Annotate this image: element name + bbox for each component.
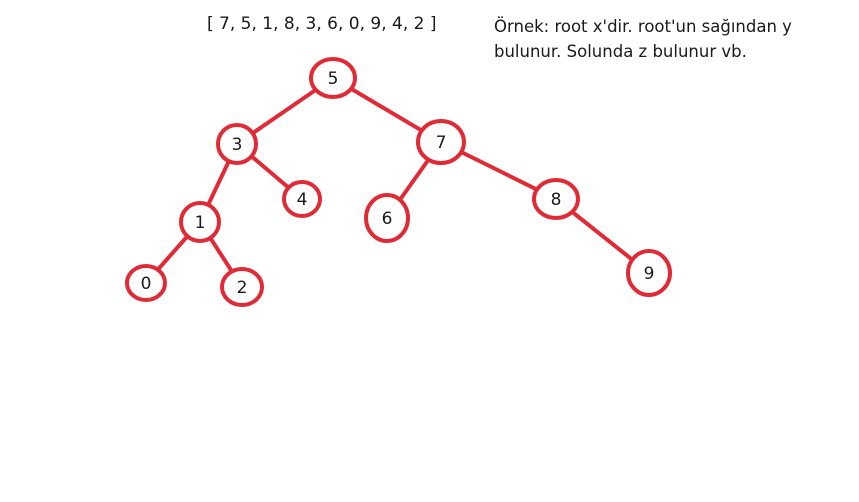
- tree-node-label: 1: [195, 213, 206, 233]
- tree-node: 3: [216, 123, 258, 165]
- tree-node-label: 0: [141, 274, 152, 294]
- tree-node: 5: [309, 57, 357, 99]
- tree-node: 6: [364, 193, 410, 243]
- tree-node: 0: [125, 264, 167, 302]
- tree-node-label: 7: [436, 133, 447, 153]
- tree-node-label: 5: [328, 69, 339, 89]
- tree-node-label: 2: [237, 278, 248, 298]
- tree-node-label: 6: [382, 209, 393, 229]
- tree-node-label: 3: [232, 135, 243, 155]
- tree-node-label: 8: [551, 190, 562, 210]
- tree-node-label: 9: [644, 264, 655, 284]
- binary-tree-diagram: 53 746810 29: [125, 57, 672, 307]
- tree-nodes: 53 746810 29: [125, 57, 672, 307]
- tree-edges: [144, 76, 651, 289]
- tree-node-label: 4: [297, 190, 308, 210]
- tree-node: 1: [179, 201, 221, 243]
- tree-node: 7: [416, 119, 466, 165]
- tree-node: 9: [626, 249, 672, 297]
- tree-node: 4: [282, 180, 322, 218]
- tree-node: 2: [220, 267, 264, 307]
- tree-node: 8: [532, 178, 580, 220]
